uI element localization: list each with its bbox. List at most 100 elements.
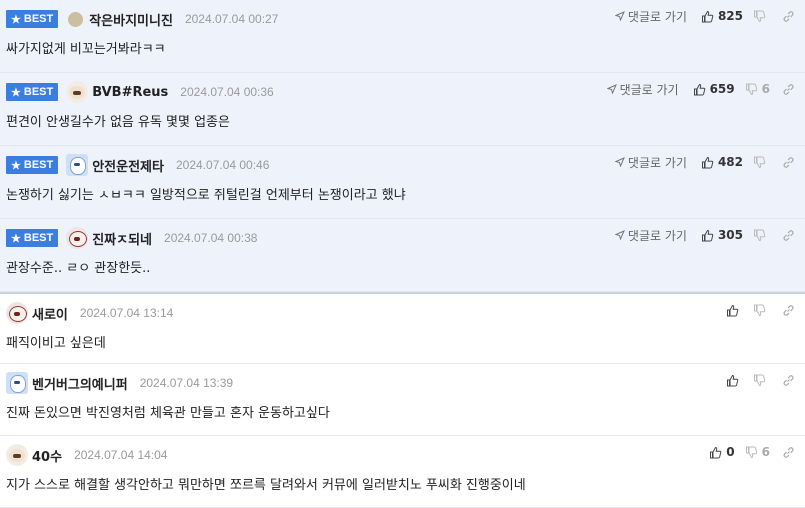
comment-date: 2024.07.04 00:27: [184, 12, 279, 26]
go-to-reply-link[interactable]: 댓글로 가기: [614, 8, 687, 25]
upvote-button[interactable]: 482: [701, 155, 743, 169]
comment-actions: [726, 301, 795, 319]
avatar[interactable]: [66, 227, 89, 249]
go-to-reply-link[interactable]: 댓글로 가기: [614, 227, 687, 244]
comment-text: 논쟁하기 싫기는 ㅅㅂㅋㅋ 일방적으로 쥐털린걸 언제부터 논쟁이라고 했냐: [6, 188, 406, 203]
comment-item: ★ BEST 작은바지미니진 2024.07.04 00:27 싸가지없게 비꼬는…: [0, 0, 805, 73]
send-icon: [614, 157, 625, 167]
comment-header: ★ BEST 진짜ㅈ되네 2024.07.04 00:38: [6, 227, 258, 249]
comment-actions: 댓글로 가기 482: [614, 153, 795, 171]
upvote-button[interactable]: 305: [701, 228, 743, 242]
go-to-reply-link[interactable]: 댓글로 가기: [606, 81, 679, 98]
link-icon: [783, 156, 794, 168]
nickname[interactable]: BVB#Reus: [92, 85, 168, 100]
thumbs-down-icon: [745, 83, 757, 95]
upvote-button[interactable]: 0: [709, 445, 735, 459]
nickname[interactable]: 안전운전제타: [92, 156, 164, 175]
comment-actions: [726, 371, 795, 389]
comment-date: 2024.07.04 13:39: [139, 376, 234, 390]
best-label: BEST: [23, 232, 54, 244]
reply-label: 댓글로 가기: [619, 82, 679, 97]
thumbs-up-icon: [701, 229, 714, 241]
downvote-button[interactable]: 6: [745, 82, 770, 96]
send-icon: [614, 11, 625, 21]
best-badge: ★ BEST: [6, 229, 59, 247]
avatar[interactable]: [6, 444, 28, 466]
comment-text: 관장수준.. ㄹㅇ 관장한듯..: [6, 261, 151, 276]
nickname[interactable]: 새로이: [32, 304, 68, 323]
nickname[interactable]: 작은바지미니진: [89, 10, 173, 29]
avatar[interactable]: [66, 81, 89, 103]
nickname[interactable]: 진짜ㅈ되네: [92, 229, 152, 248]
upvote-button[interactable]: [726, 374, 743, 387]
share-link-button[interactable]: [782, 446, 795, 459]
comment-item: ★ BEST 안전운전제타 2024.07.04 00:46 논쟁하기 싫기는 ㅅ…: [0, 146, 805, 219]
comment-text: 진짜 돈있으면 박진영처럼 체육관 만들고 혼자 운동하고싶다: [6, 406, 330, 421]
comment-text: 편견이 안생길수가 없음 유독 몇몇 업종은: [6, 115, 230, 130]
avatar[interactable]: [68, 11, 84, 27]
comment-actions: 댓글로 가기 305: [614, 226, 795, 244]
comment-item: ★ BEST 진짜ㅈ되네 2024.07.04 00:38 관장수준.. ㄹㅇ 관…: [0, 219, 805, 292]
best-label: BEST: [23, 159, 54, 171]
comment-list: ★ BEST 작은바지미니진 2024.07.04 00:27 싸가지없게 비꼬는…: [0, 0, 805, 508]
best-label: BEST: [23, 13, 54, 25]
star-icon: ★: [11, 159, 21, 172]
star-icon: ★: [11, 232, 21, 245]
nickname[interactable]: 40수: [32, 446, 62, 465]
comment-header: 벤거버그의예니퍼 2024.07.04 13:39: [6, 372, 234, 394]
thumbs-down-icon: [754, 304, 766, 316]
comment-date: 2024.07.04 00:38: [164, 231, 258, 245]
downvote-button[interactable]: [753, 304, 770, 317]
best-badge: ★ BEST: [6, 10, 59, 28]
downvote-button[interactable]: [753, 156, 770, 169]
downvote-button[interactable]: [753, 10, 770, 23]
link-icon: [783, 229, 794, 241]
upvote-count: 482: [717, 155, 743, 169]
upvote-button[interactable]: 659: [693, 82, 735, 96]
reply-label: 댓글로 가기: [627, 228, 687, 243]
thumbs-down-icon: [754, 10, 766, 22]
upvote-count: 825: [717, 9, 743, 23]
thumbs-up-icon: [710, 446, 722, 458]
link-icon: [783, 10, 794, 22]
comment-header: 40수 2024.07.04 14:04: [6, 444, 167, 466]
link-icon: [783, 374, 794, 386]
thumbs-up-icon: [727, 374, 739, 386]
share-link-button[interactable]: [782, 83, 795, 96]
link-icon: [783, 446, 794, 458]
comment-actions: 댓글로 가기 659 6: [606, 80, 795, 98]
upvote-button[interactable]: [726, 304, 743, 317]
thumbs-down-icon: [754, 374, 766, 386]
send-icon: [606, 84, 617, 94]
link-icon: [783, 304, 794, 316]
avatar[interactable]: [6, 372, 28, 394]
comment-header: ★ BEST BVB#Reus 2024.07.04 00:36: [6, 81, 274, 103]
share-link-button[interactable]: [782, 10, 795, 23]
avatar[interactable]: [6, 302, 28, 324]
share-link-button[interactable]: [782, 156, 795, 169]
comment-item: 40수 2024.07.04 14:04 지가 스스로 해결할 생각안하고 뭐만…: [0, 436, 805, 508]
best-badge: ★ BEST: [6, 156, 59, 174]
comment-date: 2024.07.04 00:36: [180, 85, 274, 99]
downvote-button[interactable]: 6: [745, 445, 770, 459]
comment-item: ★ BEST BVB#Reus 2024.07.04 00:36 편견이 안생길수…: [0, 73, 805, 146]
go-to-reply-link[interactable]: 댓글로 가기: [614, 154, 687, 171]
upvote-count: 659: [709, 82, 735, 96]
share-link-button[interactable]: [782, 304, 795, 317]
downvote-button[interactable]: [753, 229, 770, 242]
comment-date: 2024.07.04 13:14: [79, 306, 174, 320]
thumbs-down-icon: [745, 446, 757, 458]
best-badge: ★ BEST: [6, 83, 59, 101]
star-icon: ★: [11, 86, 21, 99]
comment-item: 새로이 2024.07.04 13:14 패직이비고 싶은데: [0, 292, 805, 364]
avatar[interactable]: [66, 154, 89, 176]
share-link-button[interactable]: [782, 374, 795, 387]
comment-actions: 댓글로 가기 825: [614, 7, 795, 25]
comment-actions: 0 6: [709, 443, 795, 461]
comment-item: 벤거버그의예니퍼 2024.07.04 13:39 진짜 돈있으면 박진영처럼 …: [0, 364, 805, 436]
comment-header: 새로이 2024.07.04 13:14: [6, 302, 174, 324]
share-link-button[interactable]: [782, 229, 795, 242]
downvote-button[interactable]: [753, 374, 770, 387]
upvote-button[interactable]: 825: [701, 9, 743, 23]
nickname[interactable]: 벤거버그의예니퍼: [32, 374, 128, 393]
